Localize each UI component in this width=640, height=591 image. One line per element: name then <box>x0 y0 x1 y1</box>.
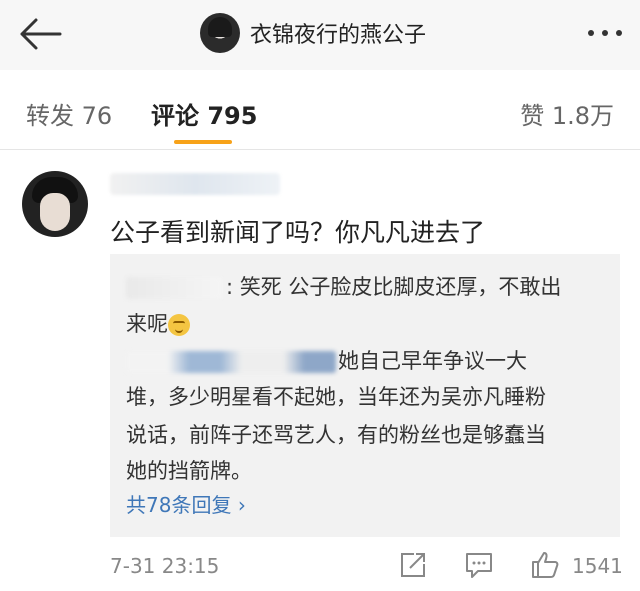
laughing-emoji-icon <box>168 314 190 336</box>
reply-line-1: : 笑死 公子脸皮比脚皮还厚，不敢出 <box>126 272 561 302</box>
tab-repost-count: 76 <box>81 102 113 130</box>
tab-like-label: 赞 <box>520 102 545 130</box>
reply-line-3: 她自己早年争议一大 <box>126 346 527 376</box>
page-title: 衣锦夜行的燕公子 <box>250 23 427 48</box>
redacted-username-2 <box>126 351 336 373</box>
tab-like[interactable]: 赞 1.8万 <box>520 96 614 131</box>
tab-repost[interactable]: 转发 76 <box>26 96 112 131</box>
redacted-username <box>126 277 222 299</box>
comment-footer: 7-31 23:15 1541 <box>0 548 640 584</box>
comment-time: 7-31 23:15 <box>110 554 220 578</box>
tab-comment[interactable]: 评论 795 <box>151 96 257 131</box>
commenter-name-redacted[interactable] <box>110 173 280 195</box>
reply-1-text: : 笑死 公子脸皮比脚皮还厚，不敢出 <box>226 275 562 299</box>
like-count: 1541 <box>572 554 623 578</box>
more-replies-text: 共78条回复 <box>126 493 238 517</box>
comment-text: 公子看到新闻了吗？你凡凡进去了 <box>110 218 486 247</box>
top-bar: 衣锦夜行的燕公子 <box>0 0 640 70</box>
tab-bar: 转发 76 评论 795 赞 1.8万 <box>0 70 640 150</box>
share-icon[interactable] <box>398 550 428 580</box>
chevron-right-icon: › <box>237 493 246 517</box>
thumbs-up-icon[interactable] <box>530 550 560 580</box>
commenter-avatar[interactable] <box>22 171 88 237</box>
reply-line-5: 说话，前阵子还骂艺人，有的粉丝也是够蠢当 <box>126 423 546 447</box>
active-tab-indicator <box>174 140 232 144</box>
tab-comment-label: 评论 <box>151 102 199 130</box>
tab-comment-count: 795 <box>207 102 258 130</box>
reply-2a-text: 她自己早年争议一大 <box>338 349 527 373</box>
comment-item: 公子看到新闻了吗？你凡凡进去了 : 笑死 公子脸皮比脚皮还厚，不敢出 来呢 她自… <box>0 151 640 591</box>
tab-like-count: 1.8万 <box>551 102 614 130</box>
more-replies-link[interactable]: 共78条回复 › <box>126 489 246 518</box>
header-title-area[interactable]: 衣锦夜行的燕公子 <box>200 10 426 56</box>
tab-repost-label: 转发 <box>26 102 74 130</box>
reply-line-2: 来呢 <box>126 309 190 339</box>
back-arrow-icon[interactable] <box>14 14 64 54</box>
more-dots-icon[interactable] <box>588 30 622 36</box>
reply-1b-text: 来呢 <box>126 312 168 336</box>
header-avatar[interactable] <box>200 13 240 53</box>
reply-line-4: 堆，多少明星看不起她，当年还为吴亦凡睡粉 <box>126 385 546 409</box>
reply-icon[interactable] <box>464 550 494 580</box>
reply-line-6: 她的挡箭牌。 <box>126 459 252 483</box>
